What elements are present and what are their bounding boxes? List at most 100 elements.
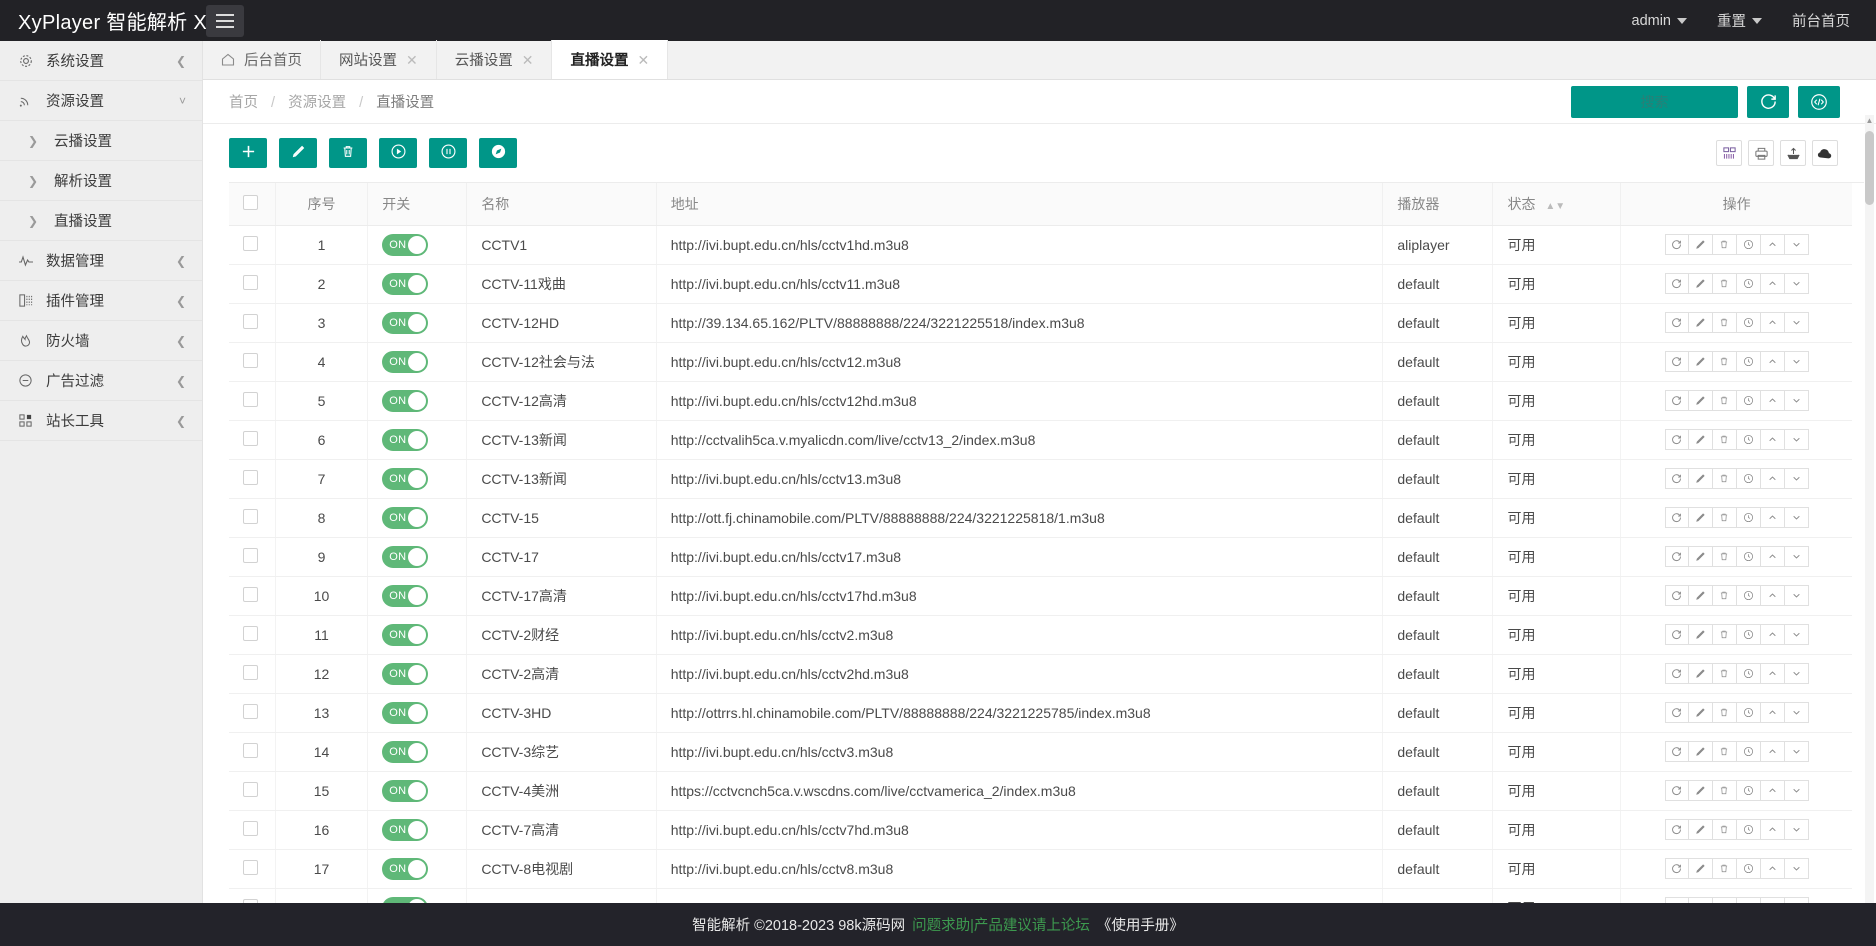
row-refresh[interactable] (1665, 585, 1689, 606)
row-refresh[interactable] (1665, 546, 1689, 567)
row-refresh[interactable] (1665, 819, 1689, 840)
sidebar-item-cloud-play-settings[interactable]: ❯ 云播设置 (0, 121, 202, 161)
row-move-up[interactable] (1761, 312, 1785, 333)
row-toggle-switch[interactable]: ON (382, 234, 428, 256)
row-info[interactable] (1737, 273, 1761, 294)
breadcrumb-item-home[interactable]: 首页 (229, 95, 258, 111)
row-checkbox[interactable] (243, 782, 258, 797)
sidebar-item-plugin-management[interactable]: 插件管理 ❮ (0, 281, 202, 321)
sidebar-item-resource-settings[interactable]: 资源设置 ˅ (0, 81, 202, 121)
row-move-down[interactable] (1785, 468, 1809, 489)
row-refresh[interactable] (1665, 702, 1689, 723)
row-delete[interactable] (1713, 273, 1737, 294)
row-move-down[interactable] (1785, 624, 1809, 645)
row-refresh[interactable] (1665, 390, 1689, 411)
row-move-down[interactable] (1785, 429, 1809, 450)
row-toggle-switch[interactable]: ON (382, 546, 428, 568)
sidebar-item-ad-filter[interactable]: 广告过滤 ❮ (0, 361, 202, 401)
row-move-down[interactable] (1785, 312, 1809, 333)
row-checkbox[interactable] (243, 509, 258, 524)
row-refresh[interactable] (1665, 273, 1689, 294)
row-toggle-switch[interactable]: ON (382, 624, 428, 646)
row-checkbox[interactable] (243, 314, 258, 329)
row-toggle-switch[interactable]: ON (382, 702, 428, 724)
row-info[interactable] (1737, 429, 1761, 450)
row-checkbox[interactable] (243, 821, 258, 836)
row-checkbox[interactable] (243, 665, 258, 680)
row-move-up[interactable] (1761, 819, 1785, 840)
row-move-up[interactable] (1761, 507, 1785, 528)
row-delete[interactable] (1713, 312, 1737, 333)
cloud-icon[interactable] (1812, 140, 1838, 166)
table-row[interactable]: 5ONCCTV-12高清http://ivi.bupt.edu.cn/hls/c… (229, 381, 1852, 420)
hamburger-icon[interactable] (206, 5, 244, 37)
row-delete[interactable] (1713, 585, 1737, 606)
row-refresh[interactable] (1665, 429, 1689, 450)
row-delete[interactable] (1713, 741, 1737, 762)
table-row[interactable]: 1ONCCTV1http://ivi.bupt.edu.cn/hls/cctv1… (229, 225, 1852, 264)
close-icon[interactable]: ✕ (637, 53, 649, 67)
row-checkbox[interactable] (243, 275, 258, 290)
row-edit[interactable] (1689, 585, 1713, 606)
row-move-down[interactable] (1785, 390, 1809, 411)
row-info[interactable] (1737, 468, 1761, 489)
row-edit[interactable] (1689, 780, 1713, 801)
row-checkbox[interactable] (243, 392, 258, 407)
table-row[interactable]: 15ONCCTV-4美洲https://cctvcnch5ca.v.wscdns… (229, 771, 1852, 810)
row-edit[interactable] (1689, 819, 1713, 840)
col-switch[interactable]: 开关 (368, 183, 467, 225)
row-checkbox[interactable] (243, 236, 258, 251)
row-toggle-switch[interactable]: ON (382, 819, 428, 841)
row-move-down[interactable] (1785, 780, 1809, 801)
user-menu-admin[interactable]: admin (1632, 13, 1688, 29)
row-edit[interactable] (1689, 507, 1713, 528)
sidebar-item-data-management[interactable]: 数据管理 ❮ (0, 241, 202, 281)
row-toggle-switch[interactable]: ON (382, 585, 428, 607)
row-delete[interactable] (1713, 234, 1737, 255)
row-move-up[interactable] (1761, 468, 1785, 489)
table-row[interactable]: 17ONCCTV-8电视剧http://ivi.bupt.edu.cn/hls/… (229, 849, 1852, 888)
row-move-up[interactable] (1761, 780, 1785, 801)
row-move-up[interactable] (1761, 858, 1785, 879)
row-toggle-switch[interactable]: ON (382, 858, 428, 880)
row-delete[interactable] (1713, 468, 1737, 489)
row-delete[interactable] (1713, 624, 1737, 645)
row-refresh[interactable] (1665, 468, 1689, 489)
row-move-down[interactable] (1785, 741, 1809, 762)
table-row[interactable]: 8ONCCTV-15http://ott.fj.chinamobile.com/… (229, 498, 1852, 537)
row-info[interactable] (1737, 351, 1761, 372)
row-edit[interactable] (1689, 234, 1713, 255)
row-toggle-switch[interactable]: ON (382, 741, 428, 763)
row-delete[interactable] (1713, 429, 1737, 450)
row-move-down[interactable] (1785, 234, 1809, 255)
play-button[interactable] (379, 138, 417, 168)
col-status[interactable]: 状态 ▲▼ (1493, 183, 1621, 225)
row-delete[interactable] (1713, 780, 1737, 801)
table-row[interactable]: 10ONCCTV-17高清http://ivi.bupt.edu.cn/hls/… (229, 576, 1852, 615)
row-edit[interactable] (1689, 351, 1713, 372)
sidebar-item-parse-settings[interactable]: ❯ 解析设置 (0, 161, 202, 201)
table-row[interactable]: 11ONCCTV-2财经http://ivi.bupt.edu.cn/hls/c… (229, 615, 1852, 654)
row-toggle-switch[interactable]: ON (382, 507, 428, 529)
row-move-down[interactable] (1785, 702, 1809, 723)
row-delete[interactable] (1713, 351, 1737, 372)
row-edit[interactable] (1689, 390, 1713, 411)
row-delete[interactable] (1713, 819, 1737, 840)
row-refresh[interactable] (1665, 351, 1689, 372)
row-move-up[interactable] (1761, 351, 1785, 372)
table-row[interactable]: 12ONCCTV-2高清http://ivi.bupt.edu.cn/hls/c… (229, 654, 1852, 693)
frontend-home-link[interactable]: 前台首页 (1792, 10, 1850, 31)
breadcrumb-item-resource[interactable]: 资源设置 (288, 95, 346, 111)
col-address[interactable]: 地址 (656, 183, 1383, 225)
row-move-up[interactable] (1761, 273, 1785, 294)
detect-button[interactable] (479, 138, 517, 168)
row-move-up[interactable] (1761, 741, 1785, 762)
row-toggle-switch[interactable]: ON (382, 273, 428, 295)
columns-icon[interactable] (1716, 140, 1742, 166)
row-edit[interactable] (1689, 858, 1713, 879)
row-toggle-switch[interactable]: ON (382, 390, 428, 412)
row-info[interactable] (1737, 858, 1761, 879)
sort-icon[interactable]: ▲▼ (1545, 201, 1565, 212)
row-toggle-switch[interactable]: ON (382, 351, 428, 373)
row-move-down[interactable] (1785, 351, 1809, 372)
